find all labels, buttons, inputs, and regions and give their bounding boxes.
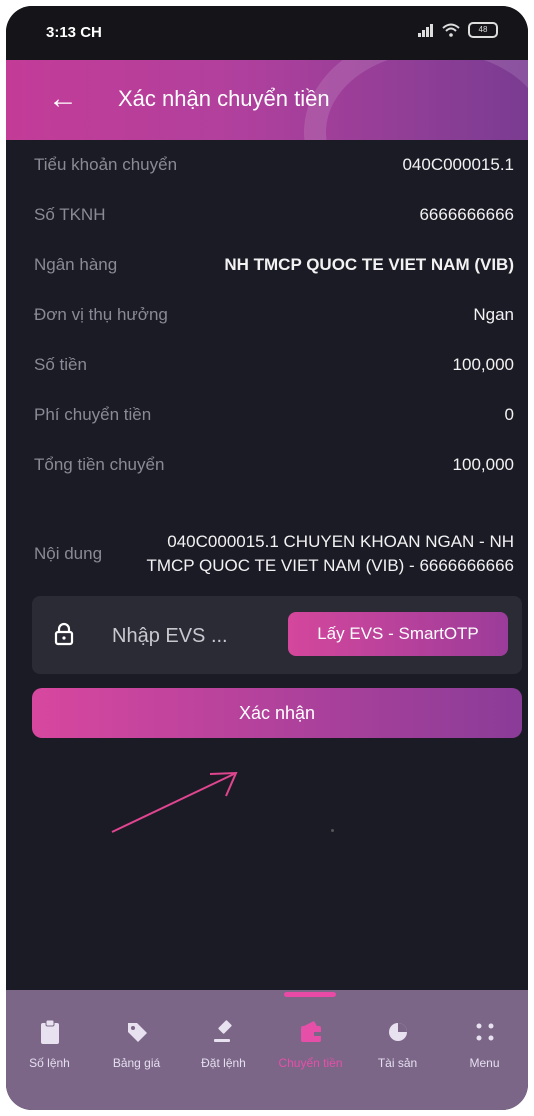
detail-label: Số tiền (34, 355, 87, 374)
wallet-icon (298, 1012, 324, 1052)
confirm-button[interactable]: Xác nhận (32, 688, 522, 738)
detail-value: NH TMCP QUOC TE VIET NAM (VIB) (224, 255, 514, 274)
nav-item-assets[interactable]: Tài sản (354, 1012, 441, 1070)
detail-value: Ngan (473, 305, 514, 324)
detail-row-sub-account: Tiểu khoản chuyển 040C000015.1 (34, 140, 514, 190)
otp-panel: Lấy EVS - SmartOTP (32, 596, 522, 674)
detail-label: Số TKNH (34, 205, 106, 224)
grid-dots-icon (474, 1012, 496, 1052)
status-time: 3:13 CH (46, 24, 102, 41)
detail-label: Phí chuyển tiền (34, 405, 152, 424)
app-bar: ← Xác nhận chuyển tiền (6, 60, 528, 140)
nav-label: Số lệnh (29, 1056, 70, 1070)
detail-label: Nội dung (34, 544, 103, 563)
detail-label: Tiểu khoản chuyển (34, 155, 178, 174)
status-bar: 3:13 CH 48 (6, 6, 528, 60)
nav-active-indicator (284, 992, 336, 997)
page-title: Xác nhận chuyển tiền (118, 86, 330, 111)
detail-row-total: Tổng tiền chuyển 100,000 (34, 440, 514, 490)
detail-value: 040C000015.1 CHUYEN KHOAN NGAN - NH TMCP… (146, 532, 514, 575)
detail-value: 0 (504, 405, 514, 424)
header-decoration (304, 60, 528, 140)
detail-row-bank: Ngân hàng NH TMCP QUOC TE VIET NAM (VIB) (34, 240, 514, 290)
nav-label: Tài sản (377, 1056, 418, 1070)
detail-row-amount: Số tiền 100,000 (34, 340, 514, 390)
chart-pie-icon (386, 1012, 410, 1052)
wifi-icon (442, 23, 460, 37)
annotation-arrow-icon (111, 771, 238, 833)
gavel-icon (211, 1012, 237, 1052)
detail-label: Ngân hàng (34, 255, 118, 274)
tag-icon (125, 1012, 149, 1052)
detail-row-fee: Phí chuyển tiền 0 (34, 390, 514, 440)
nav-item-price-board[interactable]: Bảng giá (93, 1012, 180, 1070)
signal-icon (418, 23, 434, 37)
nav-item-menu[interactable]: Menu (441, 1012, 528, 1070)
nav-label: Đặt lệnh (201, 1056, 246, 1070)
lock-icon (54, 622, 74, 646)
nav-item-place-order[interactable]: Đặt lệnh (180, 1012, 267, 1070)
detail-value: 100,000 (452, 355, 514, 374)
detail-value: 040C000015.1 (402, 155, 514, 174)
clipboard-icon (39, 1012, 61, 1052)
battery-icon: 48 (468, 22, 498, 38)
otp-input[interactable] (110, 618, 294, 654)
detail-label: Tổng tiền chuyển (34, 455, 165, 474)
status-icons: 48 (418, 22, 498, 38)
decorative-dot (331, 829, 334, 832)
phone-screen: 3:13 CH 48 ← Xác nhận chuyển tiền Tiểu k… (6, 6, 528, 1110)
detail-label: Đơn vị thụ hưởng (34, 305, 168, 324)
transfer-details: Tiểu khoản chuyển 040C000015.1 Số TKNH 6… (6, 140, 528, 490)
bottom-nav: Số lệnh Bảng giá Đặt lệnh Chuyển tiền Tà… (6, 990, 528, 1110)
detail-row-beneficiary: Đơn vị thụ hưởng Ngan (34, 290, 514, 340)
nav-label: Bảng giá (112, 1056, 161, 1070)
nav-item-orders[interactable]: Số lệnh (6, 1012, 93, 1070)
nav-label: Menu (469, 1056, 500, 1070)
nav-label: Chuyển tiền (278, 1056, 343, 1070)
detail-value: 100,000 (452, 455, 514, 474)
detail-row-bank-account: Số TKNH 6666666666 (34, 190, 514, 240)
detail-value: 6666666666 (419, 205, 514, 224)
get-otp-button[interactable]: Lấy EVS - SmartOTP (288, 612, 508, 656)
back-arrow-icon[interactable]: ← (48, 82, 78, 116)
nav-item-transfer[interactable]: Chuyển tiền (267, 1012, 354, 1070)
